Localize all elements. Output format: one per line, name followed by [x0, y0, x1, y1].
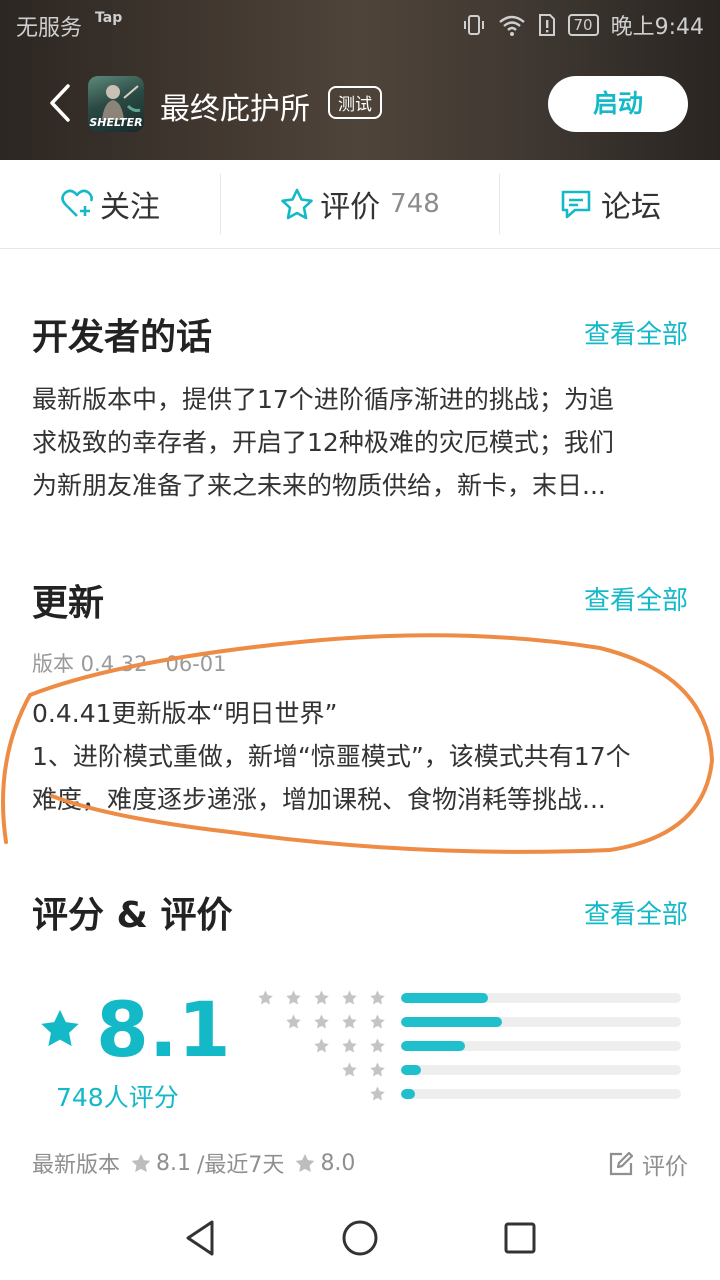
star-small-icon — [342, 1014, 357, 1029]
rating-bar-track — [401, 993, 681, 1003]
review-count: 748 — [390, 189, 440, 219]
star-small-icon — [131, 1153, 151, 1173]
developer-view-all-link[interactable]: 查看全部 — [584, 314, 688, 351]
nav-home-icon[interactable] — [342, 1220, 378, 1256]
developer-text: 最新版本中，提供了17个进阶循序渐进的挑战；为追 求极致的幸存者，开启了12种极… — [32, 378, 692, 507]
forum-label: 论坛 — [601, 190, 661, 225]
rating-bar-fill — [401, 1065, 421, 1075]
star-small-icon — [370, 1086, 385, 1101]
rating-bar-track — [401, 1089, 681, 1099]
recent-score: 8.0 — [320, 1150, 356, 1176]
write-review-label: 评价 — [642, 1154, 688, 1180]
write-review-button[interactable]: 评价 — [608, 1147, 688, 1181]
battery-level: 70 — [567, 14, 599, 36]
star-outline-icon — [281, 188, 313, 220]
review-tab[interactable]: 评价 748 — [221, 160, 499, 248]
ratings-view-all-link[interactable]: 查看全部 — [584, 894, 688, 931]
follow-tab[interactable]: 关注 — [0, 160, 220, 248]
rating-bar-track — [401, 1041, 681, 1051]
star-small-icon — [342, 1062, 357, 1077]
star-small-icon — [342, 1038, 357, 1053]
ratings-footer: 最新版本 8.1 /最近7天 8.0 评价 — [32, 1147, 688, 1181]
latest-version-label: 最新版本 — [32, 1153, 121, 1178]
tap-label: Tap — [95, 10, 123, 26]
forum-tab[interactable]: 论坛 — [500, 160, 720, 248]
carrier-label: 无服务 — [16, 16, 83, 41]
hand-drawn-highlight-circle — [1, 633, 715, 854]
star-small-icon — [296, 1153, 315, 1173]
edit-icon — [609, 1151, 634, 1176]
developer-section-title: 开发者的话 — [32, 317, 213, 358]
nav-recents-icon[interactable] — [504, 1222, 536, 1254]
star-small-icon — [370, 1014, 385, 1029]
star-small-icon — [286, 990, 301, 1005]
status-bar: 无服务 Tap 70 晚上9:44 — [0, 0, 720, 50]
heart-plus-icon — [61, 189, 93, 217]
rating-bar-fill — [401, 993, 488, 1003]
wifi-icon — [498, 15, 525, 36]
rating-bar-track — [401, 1065, 681, 1075]
follow-label: 关注 — [100, 190, 160, 225]
ratings-section-title: 评分 & 评价 — [32, 895, 233, 936]
star-small-icon — [370, 1038, 385, 1053]
star-filled-icon — [41, 1009, 79, 1047]
star-small-icon — [314, 990, 329, 1005]
app-icon: SHELTER — [88, 76, 144, 132]
back-arrow-icon[interactable] — [40, 78, 80, 128]
system-nav-bar — [186, 1220, 536, 1256]
star-small-icon — [314, 1014, 329, 1029]
latest-version-score: 8.1 — [156, 1150, 192, 1176]
app-name: 最终庇护所 — [160, 92, 310, 127]
app-header: 无服务 Tap 70 晚上9:44 SHELTER 最终庇护所 测试 启动 — [0, 0, 720, 160]
star-small-icon — [342, 990, 357, 1005]
clock: 晚上9:44 — [610, 15, 704, 40]
star-small-icon — [258, 990, 273, 1005]
developer-line: 求极致的幸存者，开启了12种极难的灾厄模式；我们 — [32, 428, 614, 457]
action-tab-bar: 关注 评价 748 论坛 — [0, 160, 720, 249]
rating-bar-track — [401, 1017, 681, 1027]
star-small-icon — [286, 1014, 301, 1029]
test-badge: 测试 — [328, 86, 382, 119]
rating-bar-fill — [401, 1017, 502, 1027]
sim-alert-icon — [538, 14, 555, 36]
vibrate-icon — [463, 15, 484, 35]
app-icon-label: SHELTER — [89, 116, 143, 129]
rating-bar-fill — [401, 1089, 415, 1099]
chat-bubble-icon — [561, 190, 591, 219]
star-small-icon — [370, 1062, 385, 1077]
update-section-title: 更新 — [32, 583, 105, 624]
update-view-all-link[interactable]: 查看全部 — [584, 580, 688, 617]
nav-back-icon[interactable] — [186, 1220, 214, 1256]
launch-button[interactable]: 启动 — [548, 76, 688, 132]
star-small-icon — [370, 990, 385, 1005]
review-label: 评价 — [320, 190, 381, 225]
app-bar: SHELTER 最终庇护所 测试 启动 — [0, 70, 720, 140]
average-score: 8.1 — [96, 985, 231, 1074]
recent-label: /最近7天 — [197, 1153, 285, 1178]
developer-line: 最新版本中，提供了17个进阶循序渐进的挑战；为追 — [32, 385, 614, 414]
rating-bar-fill — [401, 1041, 466, 1051]
star-small-icon — [314, 1038, 329, 1053]
rating-count: 748人评分 — [56, 1083, 179, 1112]
developer-line: 为新朋友准备了来之未来的物质供给，新卡，末日... — [32, 471, 606, 500]
